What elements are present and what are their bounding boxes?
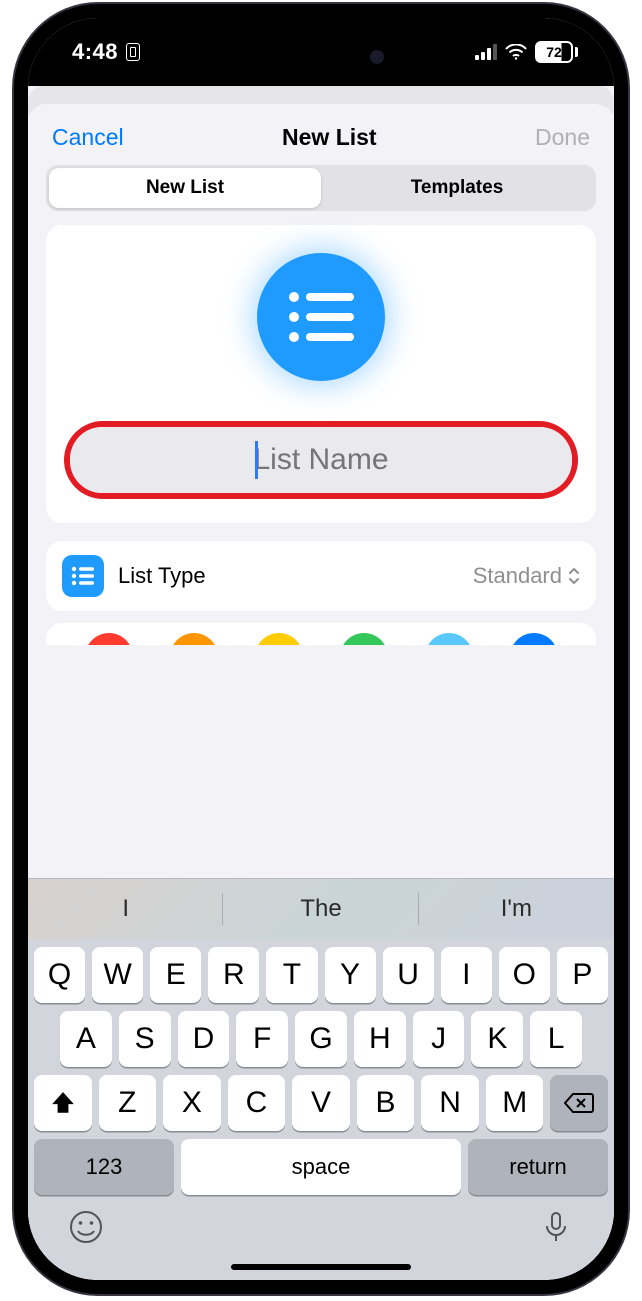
key-q[interactable]: Q: [34, 947, 85, 1003]
emoji-icon: [68, 1209, 104, 1245]
list-icon-preview[interactable]: [257, 253, 385, 381]
segment-new-list[interactable]: New List: [49, 168, 321, 208]
dictation-key[interactable]: [538, 1209, 574, 1250]
key-v[interactable]: V: [292, 1075, 350, 1131]
color-swatch-lightblue[interactable]: [425, 633, 473, 645]
status-time: 4:48: [72, 39, 118, 65]
list-name-field-container[interactable]: [70, 427, 572, 493]
bulleted-list-icon: [286, 288, 356, 346]
key-l[interactable]: L: [530, 1011, 582, 1067]
iphone-frame: 4:48 72 Cancel New List: [14, 4, 628, 1294]
sim-icon: [126, 43, 140, 61]
prediction-bar: I The I'm: [28, 879, 614, 939]
numbers-key[interactable]: 123: [34, 1139, 174, 1195]
wifi-icon: [505, 44, 527, 60]
key-j[interactable]: J: [413, 1011, 465, 1067]
key-p[interactable]: P: [557, 947, 608, 1003]
key-r[interactable]: R: [208, 947, 259, 1003]
shift-key[interactable]: [34, 1075, 92, 1131]
key-d[interactable]: D: [178, 1011, 230, 1067]
return-key[interactable]: return: [468, 1139, 608, 1195]
key-z[interactable]: Z: [99, 1075, 157, 1131]
cell-signal-icon: [475, 44, 497, 60]
list-name-input[interactable]: [70, 427, 572, 493]
cancel-button[interactable]: Cancel: [52, 124, 124, 151]
prediction-3[interactable]: I'm: [419, 879, 614, 939]
key-w[interactable]: W: [92, 947, 143, 1003]
key-o[interactable]: O: [499, 947, 550, 1003]
key-m[interactable]: M: [486, 1075, 544, 1131]
dynamic-island: [234, 36, 408, 80]
keyboard[interactable]: I The I'm Q W E R T Y U I O P A: [28, 878, 614, 1280]
key-a[interactable]: A: [60, 1011, 112, 1067]
new-list-sheet: Cancel New List Done New List Templates: [28, 104, 614, 1280]
home-indicator[interactable]: [231, 1264, 411, 1270]
key-row-2: A S D F G H J K L: [28, 1003, 614, 1067]
color-swatch-yellow[interactable]: [255, 633, 303, 645]
segmented-control[interactable]: New List Templates: [46, 165, 596, 211]
key-f[interactable]: F: [236, 1011, 288, 1067]
key-b[interactable]: B: [357, 1075, 415, 1131]
color-swatch-orange[interactable]: [170, 633, 218, 645]
key-k[interactable]: K: [471, 1011, 523, 1067]
list-type-label: List Type: [118, 563, 459, 589]
key-row-1: Q W E R T Y U I O P: [28, 939, 614, 1003]
key-s[interactable]: S: [119, 1011, 171, 1067]
key-e[interactable]: E: [150, 947, 201, 1003]
segment-templates[interactable]: Templates: [321, 168, 593, 208]
key-u[interactable]: U: [383, 947, 434, 1003]
emoji-key[interactable]: [68, 1209, 104, 1250]
delete-key[interactable]: [550, 1075, 608, 1131]
key-y[interactable]: Y: [325, 947, 376, 1003]
key-x[interactable]: X: [163, 1075, 221, 1131]
list-type-row[interactable]: List Type Standard: [46, 541, 596, 611]
color-picker-card[interactable]: [46, 623, 596, 645]
mic-icon: [538, 1209, 574, 1245]
text-cursor: [255, 441, 258, 479]
backspace-icon: [564, 1092, 594, 1114]
battery-indicator: 72: [535, 41, 578, 63]
key-c[interactable]: C: [228, 1075, 286, 1131]
color-swatch-red[interactable]: [85, 633, 133, 645]
list-name-card: [46, 225, 596, 523]
key-n[interactable]: N: [421, 1075, 479, 1131]
list-type-icon: [62, 555, 104, 597]
nav-bar: Cancel New List Done: [28, 104, 614, 165]
color-swatch-blue[interactable]: [510, 633, 558, 645]
highlight-annotation: [64, 421, 578, 499]
bulleted-list-icon: [71, 566, 95, 586]
chevron-up-down-icon: [568, 567, 580, 585]
prediction-2[interactable]: The: [223, 879, 418, 939]
done-button[interactable]: Done: [535, 124, 590, 151]
screen: 4:48 72 Cancel New List: [28, 18, 614, 1280]
color-swatch-green[interactable]: [340, 633, 388, 645]
key-h[interactable]: H: [354, 1011, 406, 1067]
key-g[interactable]: G: [295, 1011, 347, 1067]
key-t[interactable]: T: [266, 947, 317, 1003]
shift-icon: [50, 1090, 76, 1116]
key-row-3: Z X C V B N M: [28, 1067, 614, 1131]
space-key[interactable]: space: [181, 1139, 461, 1195]
prediction-1[interactable]: I: [28, 879, 223, 939]
key-row-4: 123 space return: [28, 1131, 614, 1203]
sheet-title: New List: [282, 124, 377, 151]
key-i[interactable]: I: [441, 947, 492, 1003]
list-type-value[interactable]: Standard: [473, 563, 580, 589]
